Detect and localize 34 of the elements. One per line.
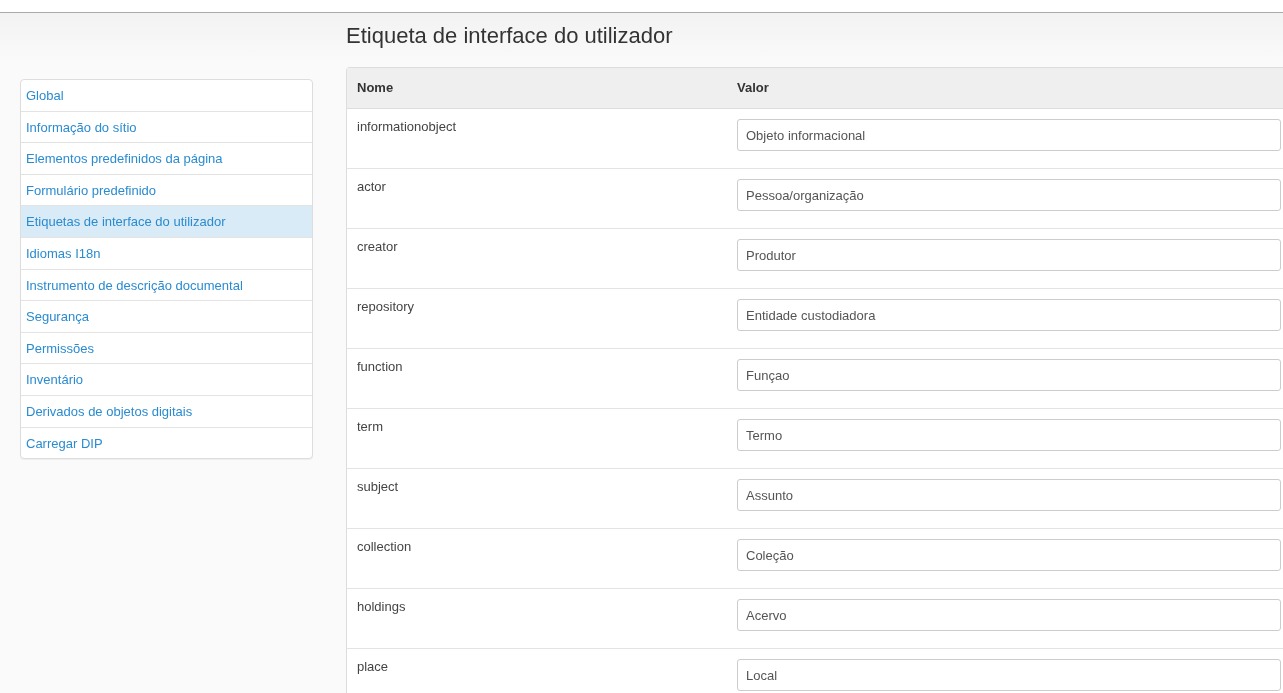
menu-item[interactable]: Instrumento de descrição documental bbox=[21, 268, 312, 301]
label-value-field[interactable]: Funçao bbox=[737, 359, 1281, 391]
label-value-field[interactable]: Objeto informacional bbox=[737, 119, 1281, 151]
label-value-field[interactable]: Assunto bbox=[737, 479, 1281, 511]
menu-item[interactable]: Carregar DIP bbox=[21, 426, 312, 459]
menu-item[interactable]: Segurança bbox=[21, 300, 312, 332]
column-header: Nome bbox=[356, 79, 395, 97]
label-value-field[interactable]: Local bbox=[737, 659, 1281, 691]
label-name: term bbox=[357, 419, 383, 434]
label-name: holdings bbox=[357, 599, 406, 614]
label-value-field[interactable]: Entidade custodiadora bbox=[737, 299, 1281, 331]
label-name: repository bbox=[357, 299, 415, 314]
label-value-field[interactable]: Acervo bbox=[737, 599, 1281, 631]
page-title: Etiqueta de interface do utilizador bbox=[346, 22, 674, 50]
menu-item[interactable]: Etiquetas de interface do utilizador bbox=[21, 205, 312, 237]
menu-item[interactable]: Derivados de objetos digitais bbox=[21, 394, 312, 427]
label-name: place bbox=[357, 659, 389, 674]
label-name: subject bbox=[357, 479, 399, 494]
menu-item[interactable]: Inventário bbox=[21, 363, 312, 395]
column-header: Valor bbox=[736, 79, 770, 97]
menu-item[interactable]: Permissões bbox=[21, 331, 312, 364]
label-value-field[interactable]: Produtor bbox=[737, 239, 1281, 271]
menu-item[interactable]: Informação do sítio bbox=[21, 110, 312, 143]
label-name: function bbox=[357, 359, 403, 374]
menu-item[interactable]: Global bbox=[21, 80, 312, 111]
menu-item[interactable]: Elementos predefinidos da página bbox=[21, 142, 312, 174]
label-value-field[interactable]: Pessoa/organização bbox=[737, 179, 1281, 211]
label-name: collection bbox=[357, 539, 412, 554]
label-value-field[interactable]: Coleção bbox=[737, 539, 1281, 571]
label-name: actor bbox=[357, 179, 386, 194]
label-value-field[interactable]: Termo bbox=[737, 419, 1281, 451]
menu-item[interactable]: Idiomas I18n bbox=[21, 236, 312, 269]
label-name: informationobject bbox=[357, 119, 456, 134]
label-name: creator bbox=[357, 239, 398, 254]
